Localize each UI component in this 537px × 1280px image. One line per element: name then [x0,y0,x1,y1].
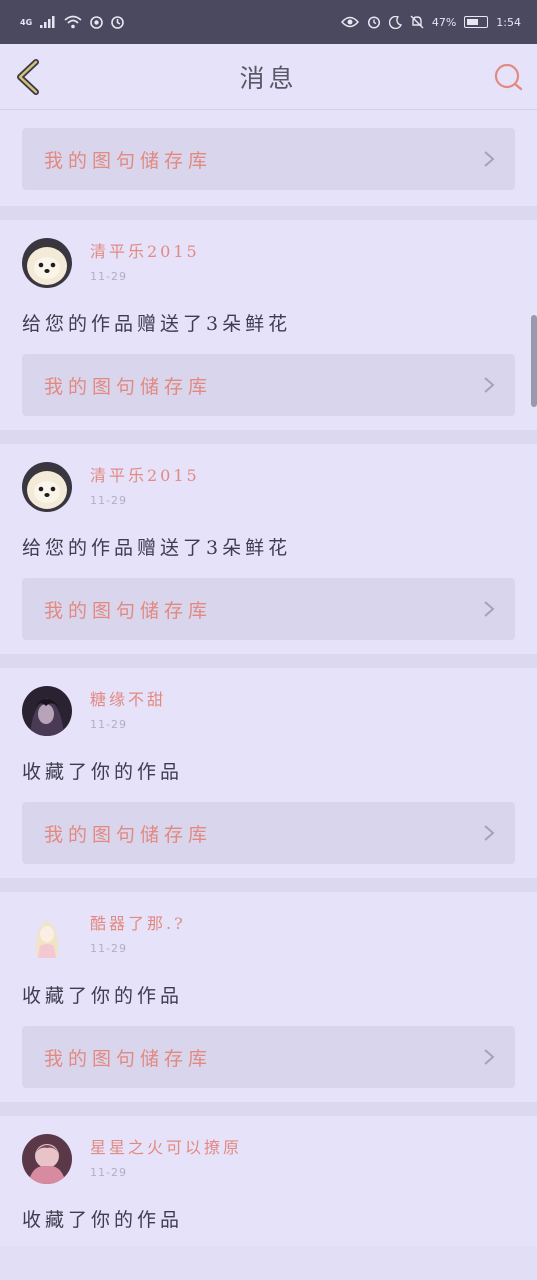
message-feed[interactable]: 我的图句储存库 清平乐2015 11-29 给您的作品赠送了3朵鲜花 我的图句储… [0,110,537,1280]
signal-icon [40,16,56,28]
user-meta: 清平乐2015 11-29 [90,238,200,283]
avatar[interactable] [22,462,72,512]
status-right: 47% 1:54 [340,15,521,29]
storage-link[interactable]: 我的图句储存库 [22,354,515,416]
page-title: 消息 [239,63,298,93]
chevron-left-icon [17,59,39,95]
storage-link-label: 我的图句储存库 [44,599,213,622]
message-date: 11-29 [90,942,127,955]
eye-icon [340,16,359,28]
search-icon [494,63,523,91]
storage-link[interactable]: 我的图句储存库 [22,1026,515,1088]
header: 消息 [0,44,537,110]
chevron-right-icon [484,151,495,167]
user-name[interactable]: 星星之火可以撩原 [90,1138,242,1158]
storage-link-label: 我的图句储存库 [44,149,213,172]
status-left: 4G [20,15,124,29]
message-text: 收藏了你的作品 [22,1209,184,1231]
dark-girl-avatar-icon [22,686,72,736]
wifi-icon [64,15,82,29]
anime-girl-avatar-icon [22,910,72,960]
message-card: 清平乐2015 11-29 给您的作品赠送了3朵鲜花 我的图句储存库 [0,444,537,654]
user-meta: 酷器了那.? 11-29 [90,910,186,955]
user-name[interactable]: 清平乐2015 [90,466,200,486]
divider [0,1102,537,1116]
message-text: 给您的作品赠送了3朵鲜花 [22,313,292,335]
message-text: 收藏了你的作品 [22,985,184,1007]
message-text: 给您的作品赠送了3朵鲜花 [22,537,292,559]
chevron-right-icon [484,1049,495,1065]
message-card: 清平乐2015 11-29 给您的作品赠送了3朵鲜花 我的图句储存库 [0,220,537,430]
dog-avatar-icon [22,238,72,288]
pink-avatar-icon [22,1134,72,1184]
message-card: 星星之火可以撩原 11-29 收藏了你的作品 [0,1116,537,1246]
user-meta: 糖缘不甜 11-29 [90,686,166,731]
back-button[interactable] [14,58,46,96]
avatar[interactable] [22,910,72,960]
user-row: 酷器了那.? 11-29 [22,910,515,962]
message-text: 收藏了你的作品 [22,761,184,783]
message-date: 11-29 [90,1166,127,1179]
storage-link-label: 我的图句储存库 [44,375,213,398]
message-date: 11-29 [90,270,127,283]
clock: 1:54 [496,15,521,29]
divider [0,878,537,892]
avatar[interactable] [22,1134,72,1184]
app-icon [111,15,124,29]
user-name[interactable]: 酷器了那.? [90,914,186,934]
chevron-right-icon [484,601,495,617]
storage-link[interactable]: 我的图句储存库 [22,802,515,864]
status-bar: 4G 47% 1:54 [0,0,537,44]
message-card: 糖缘不甜 11-29 收藏了你的作品 我的图句储存库 [0,668,537,878]
user-meta: 清平乐2015 11-29 [90,462,200,507]
message-card: 酷器了那.? 11-29 收藏了你的作品 我的图句储存库 [0,892,537,1102]
dog-avatar-icon [22,462,72,512]
scrollbar[interactable] [531,315,537,407]
user-row: 糖缘不甜 11-29 [22,686,515,738]
avatar[interactable] [22,686,72,736]
user-meta: 星星之火可以撩原 11-29 [90,1134,242,1179]
avatar[interactable] [22,238,72,288]
battery-icon [464,16,489,28]
user-name[interactable]: 糖缘不甜 [90,690,166,710]
storage-link[interactable]: 我的图句储存库 [22,578,515,640]
search-button[interactable] [493,62,523,92]
message-date: 11-29 [90,494,127,507]
message-card-partial: 我的图句储存库 [0,110,537,206]
network-type: 4G [20,17,33,27]
user-name[interactable]: 清平乐2015 [90,242,200,262]
storage-link-label: 我的图句储存库 [44,823,213,846]
storage-link[interactable]: 我的图句储存库 [22,128,515,190]
user-row: 清平乐2015 11-29 [22,238,515,290]
divider [0,430,537,444]
moon-icon [388,15,402,29]
chevron-right-icon [484,825,495,841]
divider [0,206,537,220]
bell-off-icon [410,15,424,29]
divider [0,654,537,668]
storage-link-label: 我的图句储存库 [44,1047,213,1070]
user-row: 清平乐2015 11-29 [22,462,515,514]
battery-percent: 47% [431,15,457,29]
chevron-right-icon [484,377,495,393]
alarm-icon [367,15,381,29]
message-date: 11-29 [90,718,127,731]
user-row: 星星之火可以撩原 11-29 [22,1134,515,1186]
record-icon [90,15,103,29]
